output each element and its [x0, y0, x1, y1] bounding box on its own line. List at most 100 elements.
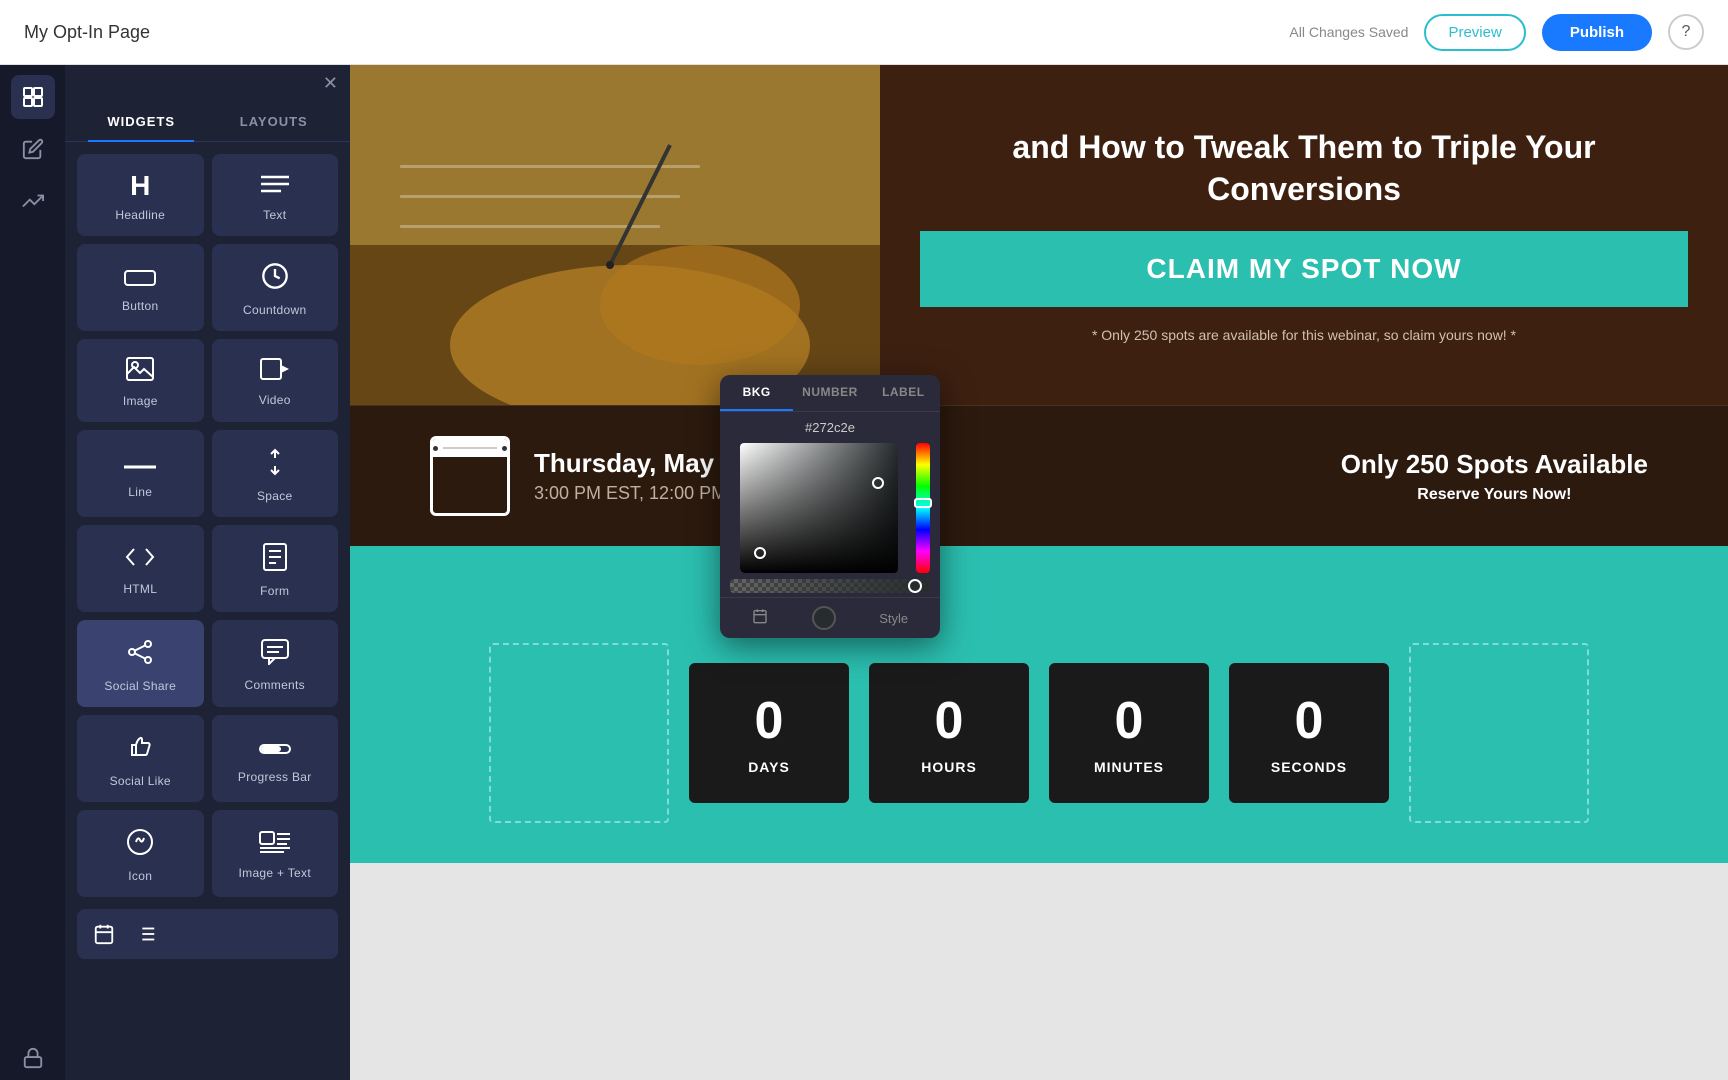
alpha-bar-container	[730, 579, 930, 593]
widget-countdown-label: Countdown	[243, 303, 306, 317]
color-picker-bottom: Style	[720, 597, 940, 638]
hero-headline: and How to Tweak Them to Triple Your Con…	[920, 127, 1688, 210]
page-title: My Opt-In Page	[24, 22, 1289, 43]
extra-widget-icon2	[135, 923, 157, 945]
top-bar: My Opt-In Page All Changes Saved Preview…	[0, 0, 1728, 65]
date-time: 3:00 PM EST, 12:00 PM	[534, 483, 726, 504]
image-icon	[126, 357, 154, 386]
widget-line[interactable]: Line	[77, 430, 204, 517]
tab-widgets[interactable]: WIDGETS	[75, 102, 208, 141]
cal-header	[433, 439, 507, 457]
progress-bar-icon	[259, 738, 291, 762]
alpha-gradient	[730, 579, 930, 593]
date-right: Only 250 Spots Available Reserve Yours N…	[1341, 449, 1648, 504]
widget-form[interactable]: Form	[212, 525, 339, 612]
widget-countdown[interactable]: Countdown	[212, 244, 339, 331]
widget-comments[interactable]: Comments	[212, 620, 339, 707]
hue-bar-wrapper	[916, 443, 930, 573]
widgets-extra-row	[65, 909, 350, 959]
countdown-seconds-value: 0	[1295, 691, 1324, 751]
countdown-hours-value: 0	[935, 691, 964, 751]
hue-handle	[914, 498, 932, 508]
hero-right-panel: and How to Tweak Them to Triple Your Con…	[880, 65, 1728, 405]
cp-color-preview[interactable]	[812, 606, 836, 630]
sidebar: ✕ WIDGETS LAYOUTS H Headline	[0, 65, 350, 1080]
sidebar-icon-bottom[interactable]	[11, 1036, 55, 1080]
image-text-icon	[259, 831, 291, 858]
social-share-icon	[126, 638, 154, 671]
tab-layouts[interactable]: LAYOUTS	[208, 102, 341, 141]
cp-style-button[interactable]: Style	[879, 611, 908, 626]
countdown-icon	[261, 262, 289, 295]
sidebar-tabs: WIDGETS LAYOUTS	[65, 102, 350, 142]
widget-image-text[interactable]: Image + Text	[212, 810, 339, 897]
color-picker-hex[interactable]: #272c2e	[720, 412, 940, 443]
countdown-hours: 0 HOURS	[869, 663, 1029, 803]
widget-space-label: Space	[257, 489, 293, 503]
date-section: Thursday, May 3:00 PM EST, 12:00 PM Only…	[350, 405, 1728, 546]
comments-icon	[261, 639, 289, 670]
cal-dot-1	[433, 446, 438, 451]
widget-video[interactable]: Video	[212, 339, 339, 422]
widget-form-label: Form	[260, 584, 289, 598]
alpha-handle	[908, 579, 922, 593]
widget-space[interactable]: Space	[212, 430, 339, 517]
hue-bar[interactable]	[916, 443, 930, 573]
help-button[interactable]: ?	[1668, 14, 1704, 50]
widget-line-label: Line	[128, 485, 152, 499]
alpha-wrapper	[730, 579, 930, 593]
countdown-placeholder-left	[489, 643, 669, 823]
hero-cta-button[interactable]: CLAIM MY SPOT NOW	[920, 231, 1688, 307]
cp-tab-label[interactable]: LABEL	[867, 375, 940, 411]
widget-button[interactable]: Button	[77, 244, 204, 331]
countdown-minutes: 0 MINUTES	[1049, 663, 1209, 803]
preview-button[interactable]: Preview	[1424, 14, 1525, 51]
widget-comments-label: Comments	[245, 678, 305, 692]
publish-button[interactable]: Publish	[1542, 14, 1652, 51]
cp-calendar-icon[interactable]	[752, 608, 768, 629]
widget-text-label: Text	[263, 208, 286, 222]
widget-extra[interactable]	[77, 909, 338, 959]
countdown-minutes-label: MINUTES	[1094, 759, 1164, 775]
sidebar-icon-edit[interactable]	[11, 127, 55, 171]
headline-icon: H	[130, 172, 150, 200]
sidebar-close-button[interactable]: ✕	[323, 73, 338, 94]
date-text: Thursday, May 3:00 PM EST, 12:00 PM	[534, 448, 726, 504]
spots-title: Only 250 Spots Available	[1341, 449, 1648, 480]
widget-image[interactable]: Image	[77, 339, 204, 422]
widget-icon[interactable]: Icon	[77, 810, 204, 897]
widget-progress-bar[interactable]: Progress Bar	[212, 715, 339, 802]
hero-background-image	[350, 65, 880, 405]
widget-social-share[interactable]: Social Share	[77, 620, 204, 707]
page-content: and How to Tweak Them to Triple Your Con…	[350, 65, 1728, 863]
sidebar-icon-analytics[interactable]	[11, 179, 55, 223]
color-gradient-area[interactable]	[740, 443, 898, 573]
icon-widget-icon	[126, 828, 154, 861]
widget-button-label: Button	[122, 299, 159, 313]
color-cursor-2	[872, 477, 884, 489]
sidebar-panel: ✕ WIDGETS LAYOUTS H Headline	[65, 65, 350, 1080]
sidebar-icon-widgets[interactable]	[11, 75, 55, 119]
widget-headline[interactable]: H Headline	[77, 154, 204, 236]
widget-social-like[interactable]: Social Like	[77, 715, 204, 802]
space-icon	[263, 448, 287, 481]
widget-headline-label: Headline	[115, 208, 165, 222]
countdown-days-value: 0	[755, 691, 784, 751]
date-main: Thursday, May	[534, 448, 726, 479]
canvas-area[interactable]: and How to Tweak Them to Triple Your Con…	[350, 65, 1728, 1080]
cp-tab-bkg[interactable]: BKG	[720, 375, 793, 411]
extra-widget-icon	[93, 923, 115, 945]
countdown-hours-label: HOURS	[921, 759, 977, 775]
widget-text[interactable]: Text	[212, 154, 339, 236]
html-icon	[124, 545, 156, 574]
color-picker-popup: BKG NUMBER LABEL #272c2e	[720, 375, 940, 638]
countdown-seconds: 0 SECONDS	[1229, 663, 1389, 803]
cp-tab-number[interactable]: NUMBER	[793, 375, 866, 411]
countdown-row: 0 DAYS 0 HOURS 0 MINUTES 0	[370, 643, 1708, 843]
countdown-minutes-value: 0	[1115, 691, 1144, 751]
countdown-placeholder-right	[1409, 643, 1589, 823]
video-icon	[260, 358, 290, 385]
spots-sub: Reserve Yours Now!	[1341, 486, 1648, 504]
widget-html[interactable]: HTML	[77, 525, 204, 612]
hero-image-svg	[350, 65, 880, 405]
